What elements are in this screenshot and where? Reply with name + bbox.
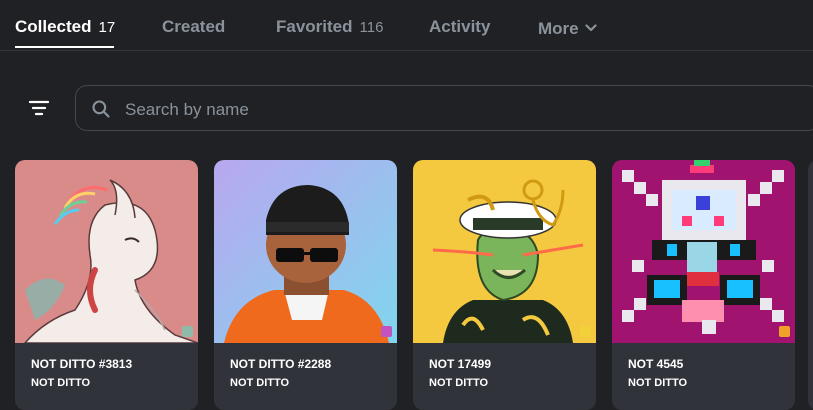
nft-name: NOT 4545: [628, 357, 684, 371]
search-icon: [92, 100, 110, 118]
nft-name: NOT DITTO #3813: [31, 357, 133, 371]
filter-toggle-button[interactable]: [27, 96, 51, 120]
nft-image: [612, 160, 795, 343]
nft-card[interactable]: NOT 4545 NOT DITTO: [612, 160, 795, 410]
rarity-badge: [779, 326, 790, 337]
filter-lines-icon: [28, 100, 50, 116]
nft-card[interactable]: NOT DITTO #3813 NOT DITTO: [15, 160, 198, 410]
next-card-edge: [808, 160, 813, 410]
tab-label: Created: [162, 17, 226, 36]
collection-name: NOT DITTO: [230, 377, 290, 389]
tab-created[interactable]: Created: [162, 17, 225, 37]
tab-count: 17: [98, 19, 116, 36]
collection-name: NOT DITTO: [628, 377, 688, 389]
tab-label: More: [538, 19, 579, 38]
tab-favorited[interactable]: Favorited 116: [276, 17, 383, 37]
tab-activity[interactable]: Activity: [429, 17, 490, 37]
search-input[interactable]: [123, 97, 727, 123]
search-box: [75, 85, 813, 131]
active-tab-indicator: [15, 46, 114, 48]
tab-collected[interactable]: Collected 17: [15, 17, 115, 37]
nft-name: NOT DITTO #2288: [230, 357, 332, 371]
tab-label: Favorited: [276, 17, 353, 36]
tab-count: 116: [359, 19, 384, 36]
rarity-badge: [182, 326, 193, 337]
rarity-badge: [381, 326, 392, 337]
chevron-down-icon: [585, 17, 597, 37]
tab-label: Collected: [15, 17, 92, 36]
nft-name: NOT 17499: [429, 357, 492, 371]
collection-name: NOT DITTO: [429, 377, 489, 389]
rarity-badge: [580, 326, 591, 337]
tab-more[interactable]: More: [538, 17, 597, 39]
tab-label: Activity: [429, 17, 491, 36]
nft-card[interactable]: NOT DITTO #2288 NOT DITTO: [214, 160, 397, 410]
nft-image: [413, 160, 596, 343]
profile-tabs: Collected 17 Created Favorited 116 Activit…: [0, 0, 813, 51]
nft-image: [214, 160, 397, 343]
nft-image: [15, 160, 198, 343]
nft-card[interactable]: NOT 17499 NOT DITTO: [413, 160, 596, 410]
collection-name: NOT DITTO: [31, 377, 91, 389]
